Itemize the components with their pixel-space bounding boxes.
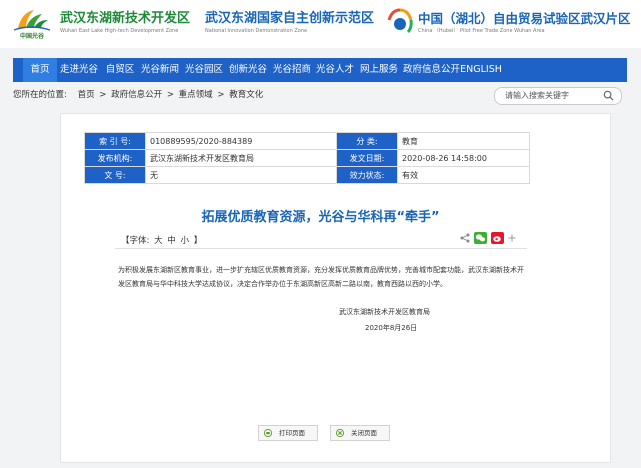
close-page-button[interactable]: 关闭页面 bbox=[330, 425, 390, 441]
font-size-medium[interactable]: 中 bbox=[167, 236, 176, 246]
divider bbox=[115, 248, 527, 249]
brand-development-zone[interactable]: 武汉东湖新技术开发区 Wuhan East Lake High-tech Dev… bbox=[60, 11, 190, 34]
breadcrumb-gov-info[interactable]: 政府信息公开 bbox=[111, 90, 162, 100]
brand-cn: 武汉东湖国家自主创新示范区 bbox=[205, 11, 375, 26]
print-page-button[interactable]: 打印页面 bbox=[258, 425, 318, 441]
nav-ftz[interactable]: 自贸区 bbox=[105, 58, 135, 82]
breadcrumb: 您所在的位置: 首页 > 政府信息公开 > 重点领域 > 教育文化 bbox=[13, 88, 265, 100]
close-page-label: 关闭页面 bbox=[351, 429, 377, 437]
meta-status-value: 有效 bbox=[397, 166, 530, 184]
nav-innovation[interactable]: 创新光谷 bbox=[228, 58, 268, 82]
brand-cn: 武汉东湖新技术开发区 bbox=[60, 11, 191, 26]
plus-icon[interactable] bbox=[508, 234, 516, 242]
meta-status-label: 效力状态: bbox=[336, 166, 398, 184]
nav-investment[interactable]: 光谷招商 bbox=[272, 58, 312, 82]
meta-date-value: 2020-08-26 14:58:00 bbox=[397, 149, 530, 167]
search-icon[interactable] bbox=[603, 90, 614, 101]
nav-talent[interactable]: 光谷人才 bbox=[315, 58, 355, 82]
breadcrumb-key-areas[interactable]: 重点领域 bbox=[179, 90, 213, 100]
document-metadata-table: 索 引 号: 010889595/2020-884389 分 类: 教育 发布机… bbox=[84, 132, 530, 184]
meta-docno-label: 文 号: bbox=[84, 166, 146, 184]
wechat-icon[interactable] bbox=[474, 232, 487, 244]
main-nav: 首页 走进光谷 自贸区 光谷新闻 光谷园区 创新光谷 光谷招商 光谷人才 网上服… bbox=[13, 58, 627, 82]
meta-index-label: 索 引 号: bbox=[84, 132, 146, 150]
article-body: 为积极发展东湖新区教育事业，进一步扩充辖区优质教育资源，充分发挥优质教育品牌优势… bbox=[118, 266, 524, 288]
meta-date-label: 发文日期: bbox=[336, 149, 398, 167]
site-header: 中国光谷 武汉东湖新技术开发区 Wuhan East Lake High-tec… bbox=[0, 0, 641, 48]
brand-cn: 中国（湖北）自由贸易试验区武汉片区 bbox=[418, 11, 631, 26]
meta-category-value: 教育 bbox=[397, 132, 530, 150]
signature-organization: 武汉东湖新技术开发区教育局 bbox=[339, 308, 430, 316]
print-icon bbox=[264, 429, 272, 437]
font-size-selector: 【字体: 大 中 小 】 bbox=[121, 234, 204, 246]
breadcrumb-sep: > bbox=[217, 90, 225, 100]
breadcrumb-sep: > bbox=[99, 90, 107, 100]
print-page-label: 打印页面 bbox=[279, 429, 305, 437]
free-trade-zone-logo-icon bbox=[387, 8, 413, 34]
font-size-label: 【字体: bbox=[121, 236, 150, 246]
breadcrumb-education[interactable]: 教育文化 bbox=[229, 90, 263, 100]
nav-news[interactable]: 光谷新闻 bbox=[140, 58, 180, 82]
nav-parks[interactable]: 光谷园区 bbox=[184, 58, 224, 82]
meta-docno-value: 无 bbox=[145, 166, 337, 184]
breadcrumb-home[interactable]: 首页 bbox=[78, 90, 95, 100]
nav-about[interactable]: 走进光谷 bbox=[59, 58, 99, 82]
close-icon bbox=[336, 429, 344, 437]
article-title: 拓展优质教育资源，光谷与华科再“牵手” bbox=[201, 210, 440, 225]
nav-online-service[interactable]: 网上服务 bbox=[359, 58, 399, 82]
weibo-icon[interactable] bbox=[491, 232, 504, 244]
breadcrumb-label: 您所在的位置: bbox=[13, 90, 67, 100]
font-size-close: 】 bbox=[193, 236, 203, 246]
logo-text: 中国光谷 bbox=[19, 33, 44, 40]
search-placeholder: 请输入搜索关键字 bbox=[505, 91, 569, 100]
brand-en: China （Hubei） Pilot Free Trade Zone Wuha… bbox=[418, 28, 545, 34]
brand-en: Wuhan East Lake High-tech Development Zo… bbox=[60, 28, 179, 34]
meta-publisher-value: 武汉东湖新技术开发区教育局 bbox=[145, 149, 337, 167]
nav-english[interactable]: ENGLISH bbox=[459, 58, 503, 82]
breadcrumb-sep: > bbox=[166, 90, 174, 100]
meta-index-value: 010889595/2020-884389 bbox=[145, 132, 337, 150]
search-input[interactable]: 请输入搜索关键字 bbox=[494, 87, 622, 105]
nav-home[interactable]: 首页 bbox=[23, 58, 57, 82]
signature-date: 2020年8月26日 bbox=[365, 324, 418, 332]
nav-gov-info[interactable]: 政府信息公开 bbox=[403, 58, 460, 82]
meta-publisher-label: 发布机构: bbox=[84, 149, 146, 167]
meta-category-label: 分 类: bbox=[336, 132, 398, 150]
font-size-small[interactable]: 小 bbox=[181, 236, 190, 246]
brand-en: National Innovation Demonstration Zone bbox=[205, 28, 308, 34]
font-size-large[interactable]: 大 bbox=[154, 236, 163, 246]
brand-free-trade-zone[interactable]: 中国（湖北）自由贸易试验区武汉片区 China （Hubei） Pilot Fr… bbox=[418, 11, 631, 34]
brand-innovation-zone[interactable]: 武汉东湖国家自主创新示范区 National Innovation Demons… bbox=[205, 11, 374, 34]
share-icon[interactable] bbox=[460, 233, 470, 243]
